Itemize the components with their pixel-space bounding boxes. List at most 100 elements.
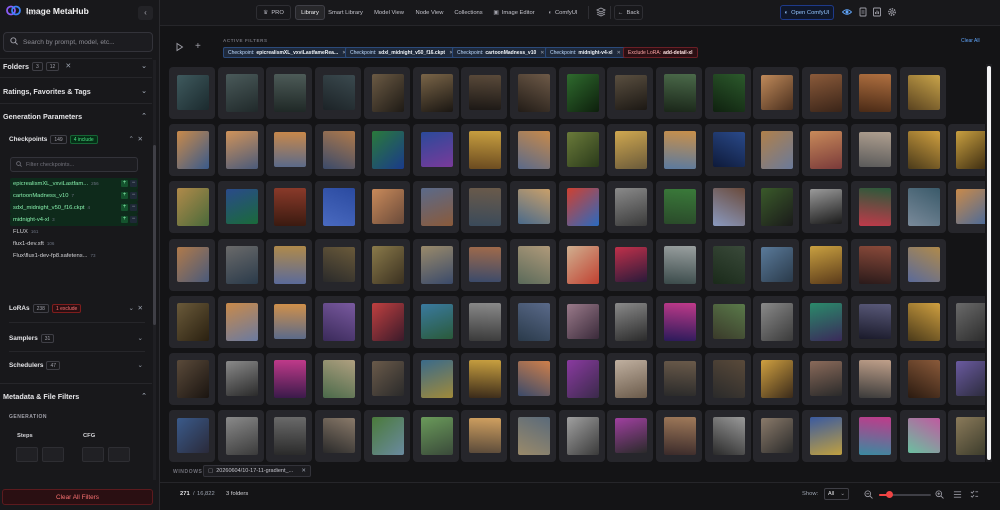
image-thumbnail[interactable] [169, 238, 215, 291]
image-thumbnail[interactable] [607, 124, 654, 177]
image-thumbnail[interactable] [509, 353, 556, 405]
checkpoint-item[interactable]: flux1-dev.sft 106 [10, 238, 138, 250]
image-thumbnail[interactable] [217, 353, 264, 405]
image-thumbnail[interactable] [461, 67, 508, 119]
eye-icon[interactable] [841, 7, 853, 17]
clear-loras-icon[interactable]: ✕ [138, 305, 143, 312]
open-comfyui-button[interactable]: ◐ Open ComfyUI [780, 5, 834, 20]
image-thumbnail[interactable] [753, 67, 800, 119]
image-thumbnail[interactable] [461, 181, 508, 234]
image-thumbnail[interactable] [266, 181, 313, 234]
tab-model-view[interactable]: Model View [370, 5, 408, 20]
image-thumbnail[interactable] [217, 67, 264, 119]
image-thumbnail[interactable] [656, 67, 702, 119]
image-thumbnail[interactable] [802, 238, 849, 291]
clear-all-filters-button[interactable]: Clear All Filters [2, 489, 153, 505]
grid-scroll-thumb[interactable] [987, 66, 991, 460]
image-thumbnail[interactable] [802, 295, 849, 348]
image-thumbnail[interactable] [948, 410, 985, 462]
image-thumbnail[interactable] [753, 124, 800, 177]
clear-all-link[interactable]: Clear All [961, 38, 980, 44]
zoom-out-icon[interactable] [864, 490, 873, 499]
cfg-min-input[interactable] [82, 447, 104, 462]
include-icon[interactable]: + [121, 192, 128, 199]
image-thumbnail[interactable] [850, 181, 897, 234]
image-thumbnail[interactable] [656, 295, 702, 348]
metadata-section-header[interactable]: Metadata & File Filters ⌃ [3, 389, 149, 403]
layers-icon[interactable] [595, 7, 607, 17]
image-thumbnail[interactable] [850, 353, 897, 405]
show-select[interactable]: All ⌄ [824, 488, 849, 500]
image-thumbnail[interactable] [802, 124, 849, 177]
include-icon[interactable]: + [121, 180, 128, 187]
cfg-max-input[interactable] [108, 447, 130, 462]
image-thumbnail[interactable] [704, 67, 751, 119]
image-thumbnail[interactable] [558, 353, 605, 405]
image-thumbnail[interactable] [315, 238, 362, 291]
loras-header[interactable]: LoRAs 238 1 exclude ⌄ ✕ [9, 302, 143, 314]
image-thumbnail[interactable] [169, 67, 215, 119]
image-thumbnail[interactable] [948, 124, 985, 177]
image-thumbnail[interactable] [850, 124, 897, 177]
image-thumbnail[interactable] [704, 181, 751, 234]
image-thumbnail[interactable] [753, 238, 800, 291]
close-icon[interactable]: ✕ [301, 468, 306, 474]
image-thumbnail[interactable] [266, 238, 313, 291]
image-thumbnail[interactable] [266, 410, 313, 462]
image-thumbnail[interactable] [509, 295, 556, 348]
chevron-down-icon[interactable]: ⌄ [128, 305, 133, 312]
tab-collections[interactable]: Collections [451, 5, 486, 20]
checkpoint-item[interactable]: Flux\flux1-dev-fp8.safetens... 73 [10, 250, 138, 262]
steps-max-input[interactable] [42, 447, 64, 462]
image-thumbnail[interactable] [607, 181, 654, 234]
checkpoint-item[interactable]: cartoonMadness_v10 7 + − [10, 190, 138, 202]
image-thumbnail[interactable] [753, 410, 800, 462]
image-thumbnail[interactable] [412, 124, 459, 177]
image-thumbnail[interactable] [656, 353, 702, 405]
back-button[interactable]: ← Back [614, 5, 643, 20]
image-thumbnail[interactable] [217, 295, 264, 348]
exclude-icon[interactable]: − [130, 216, 137, 223]
image-thumbnail[interactable] [217, 181, 264, 234]
image-thumbnail[interactable] [899, 353, 946, 405]
tab-comfyui[interactable]: ◐ ComfyUI [544, 5, 582, 20]
image-thumbnail[interactable] [169, 181, 215, 234]
image-thumbnail[interactable] [656, 124, 702, 177]
image-thumbnail[interactable] [899, 238, 946, 291]
image-thumbnail[interactable] [607, 238, 654, 291]
image-thumbnail[interactable] [412, 295, 459, 348]
window-tab[interactable]: ▢ 20260604/10-17-11-gradient_... ✕ [203, 465, 311, 477]
zoom-slider-handle[interactable] [885, 491, 893, 498]
pro-button[interactable]: ♛ PRO [256, 5, 291, 20]
filter-chip[interactable]: Checkpoint:sdxl_midnight_v50_f16.ckpt✕ [345, 47, 459, 58]
image-thumbnail[interactable] [315, 181, 362, 234]
include-icon[interactable]: + [121, 216, 128, 223]
image-thumbnail[interactable] [850, 67, 897, 119]
chevron-up-icon[interactable]: ⌃ [128, 136, 133, 143]
image-thumbnail[interactable] [802, 410, 849, 462]
filter-chip[interactable]: Checkpoint: cartoonMadness_v10 ✕ [452, 47, 550, 58]
filter-chip[interactable]: Checkpoint: midnight-v4-xl ✕ [545, 47, 626, 58]
checkpoints-header[interactable]: Checkpoints 149 4 include ⌃ ✕ [9, 133, 143, 145]
image-thumbnail[interactable] [899, 67, 946, 119]
image-thumbnail[interactable] [704, 124, 751, 177]
zoom-in-icon[interactable] [935, 490, 944, 499]
image-thumbnail[interactable] [217, 410, 264, 462]
image-thumbnail[interactable] [363, 353, 410, 405]
include-icon[interactable]: + [121, 204, 128, 211]
search-input[interactable] [23, 38, 151, 46]
tab-image-editor[interactable]: ▣ Image Editor [490, 5, 538, 20]
image-thumbnail[interactable] [607, 410, 654, 462]
checkpoint-filter-input[interactable] [26, 161, 136, 168]
image-thumbnail[interactable] [412, 67, 459, 119]
image-thumbnail[interactable] [266, 67, 313, 119]
image-thumbnail[interactable] [558, 67, 605, 119]
schedulers-header[interactable]: Schedulers 47 ⌄ [9, 359, 143, 371]
image-thumbnail[interactable] [412, 238, 459, 291]
image-thumbnail[interactable] [948, 353, 985, 405]
image-thumbnail[interactable] [899, 410, 946, 462]
image-thumbnail[interactable] [656, 181, 702, 234]
play-icon[interactable] [175, 42, 184, 52]
image-thumbnail[interactable] [412, 353, 459, 405]
image-thumbnail[interactable] [704, 353, 751, 405]
